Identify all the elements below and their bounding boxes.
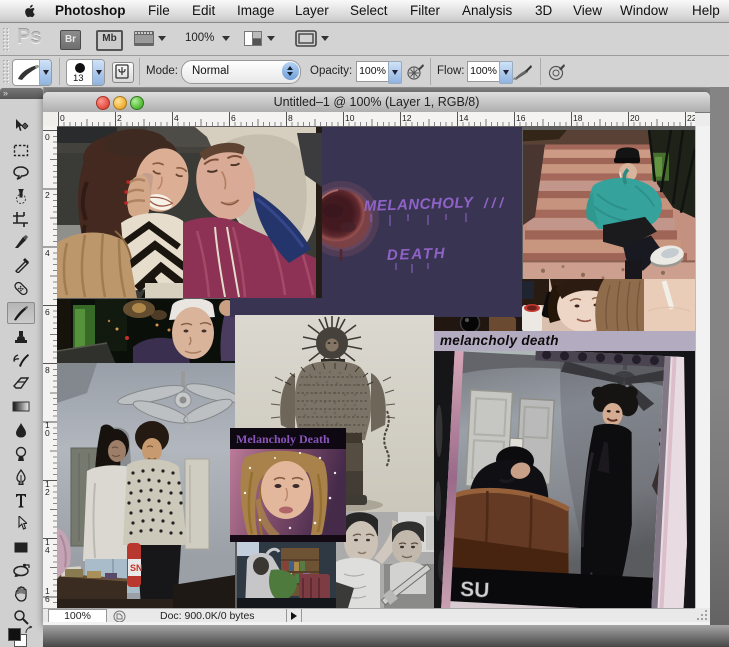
- svg-text:Melancholy Death: Melancholy Death: [236, 432, 330, 446]
- svg-text:MELANCHOLY: MELANCHOLY: [364, 194, 476, 215]
- svg-text:/ / /: / / /: [483, 194, 506, 211]
- svg-text:SN: SN: [130, 563, 143, 573]
- svg-text:DEATH: DEATH: [387, 245, 447, 264]
- svg-text:SU: SU: [460, 578, 490, 602]
